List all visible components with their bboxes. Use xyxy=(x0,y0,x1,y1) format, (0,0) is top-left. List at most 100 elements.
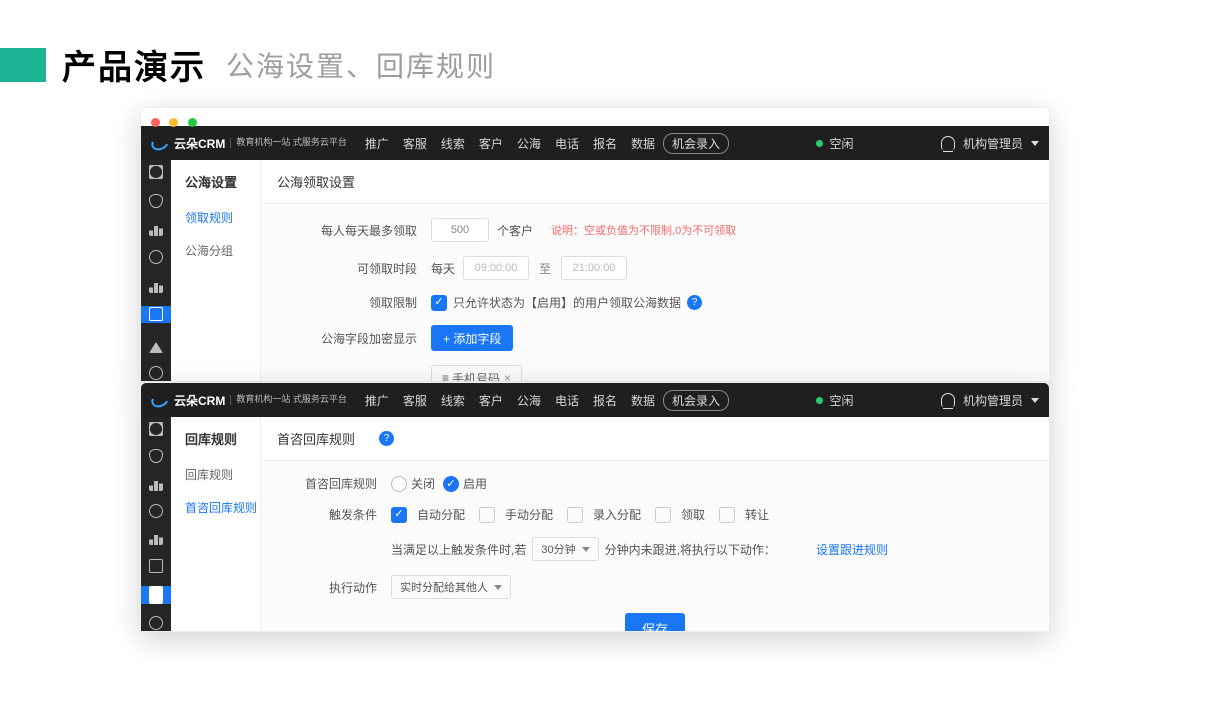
opportunity-button[interactable]: 机会录入 xyxy=(663,133,729,154)
sidebar-person-icon[interactable] xyxy=(141,365,171,381)
remove-icon[interactable]: × xyxy=(504,371,511,382)
sidebar-shield-icon[interactable] xyxy=(141,192,171,208)
opportunity-button[interactable]: 机会录入 xyxy=(663,390,729,411)
bell-icon[interactable] xyxy=(941,393,955,407)
nav-item[interactable]: 推广 xyxy=(365,135,389,152)
sidebar-grid-icon[interactable] xyxy=(141,421,171,436)
nav-item[interactable]: 电话 xyxy=(555,392,579,409)
chip-label: 手机号码 xyxy=(452,370,500,383)
nav-item[interactable]: 线索 xyxy=(441,392,465,409)
user-label[interactable]: 机构管理员 xyxy=(963,135,1023,152)
icon-sidebar xyxy=(141,160,171,381)
sidebar-grid-icon[interactable] xyxy=(141,164,171,180)
logo-text: 云朵CRM xyxy=(174,135,225,152)
app-topbar: 云朵CRM 教育机构一站 式服务云平台 推广客服线索客户公海电话报名数据 机会录… xyxy=(141,383,1049,417)
icon-sidebar xyxy=(141,417,171,631)
nav-item[interactable]: 客户 xyxy=(479,392,503,409)
chevron-down-icon[interactable] xyxy=(1031,141,1039,146)
help-icon[interactable]: ? xyxy=(687,295,702,310)
limit-text: 只允许状态为【启用】的用户领取公海数据 xyxy=(453,294,681,311)
trigger-checkbox[interactable] xyxy=(479,507,495,523)
chevron-down-icon xyxy=(494,585,502,590)
minimize-icon[interactable] xyxy=(169,118,178,127)
nav-item[interactable]: 报名 xyxy=(593,135,617,152)
bell-icon[interactable] xyxy=(941,136,955,150)
content-title: 公海领取设置 xyxy=(261,160,1049,204)
sidebar-shield-icon[interactable] xyxy=(141,448,171,463)
nav-item[interactable]: 推广 xyxy=(365,392,389,409)
subnav-item-return-rule[interactable]: 回库规则 xyxy=(171,458,260,491)
nav-item[interactable]: 公海 xyxy=(517,135,541,152)
sidebar-chart-icon[interactable] xyxy=(141,221,171,237)
subnav: 公海设置 领取规则 公海分组 xyxy=(171,160,261,381)
chevron-down-icon xyxy=(582,547,590,552)
nav-item[interactable]: 客服 xyxy=(403,135,427,152)
drag-icon[interactable]: ≡ xyxy=(442,371,448,382)
claim-limit-label: 领取限制 xyxy=(271,294,431,311)
nav-item[interactable]: 客户 xyxy=(479,135,503,152)
trigger-label: 触发条件 xyxy=(271,506,391,523)
chevron-down-icon[interactable] xyxy=(1031,398,1039,403)
field-chip-phone: ≡ 手机号码 × xyxy=(431,365,522,382)
main-nav: 推广客服线索客户公海电话报名数据 xyxy=(365,135,655,152)
nav-item[interactable]: 线索 xyxy=(441,135,465,152)
radio-off[interactable] xyxy=(391,476,407,492)
sidebar-chart-icon[interactable] xyxy=(141,476,171,491)
note-text: 空或负值为不限制,0为不可领取 xyxy=(584,225,736,237)
sidebar-tri-icon[interactable] xyxy=(141,586,171,604)
logo-text: 云朵CRM xyxy=(174,392,225,409)
sidebar-chart-icon[interactable] xyxy=(141,278,171,294)
sidebar-tri-icon[interactable] xyxy=(141,335,171,353)
nav-item[interactable]: 报名 xyxy=(593,392,617,409)
help-icon[interactable]: ? xyxy=(379,431,394,446)
sidebar-chart-icon[interactable] xyxy=(141,531,171,546)
time-from-input[interactable] xyxy=(463,256,529,280)
sidebar-house-icon[interactable] xyxy=(141,306,171,322)
duration-value: 30分钟 xyxy=(541,541,575,557)
status-dot-icon xyxy=(816,140,823,147)
radio-on[interactable] xyxy=(443,476,459,492)
set-follow-rule-link[interactable]: 设置跟进规则 xyxy=(816,541,888,558)
slide-subtitle: 公海设置、回库规则 xyxy=(226,45,496,85)
add-field-button[interactable]: + 添加字段 xyxy=(431,325,513,351)
trigger-checkbox[interactable] xyxy=(655,507,671,523)
sidebar-person-icon[interactable] xyxy=(141,503,171,518)
sentence-b: 分钟内未跟进,将执行以下动作： xyxy=(605,541,776,558)
sidebar-person-icon[interactable] xyxy=(141,616,171,631)
window-sea-settings: 云朵CRM 教育机构一站 式服务云平台 推广客服线索客户公海电话报名数据 机会录… xyxy=(140,107,1050,382)
time-everyday: 每天 xyxy=(431,260,455,277)
max-claim-label: 每人每天最多领取 xyxy=(271,222,431,239)
duration-select[interactable]: 30分钟 xyxy=(532,537,598,561)
logo-icon xyxy=(149,133,171,153)
trigger-label-text: 转让 xyxy=(745,506,769,523)
rule-label: 首咨回库规则 xyxy=(271,475,391,492)
status-indicator: 空闲 xyxy=(816,392,853,409)
status-text: 空闲 xyxy=(829,392,853,409)
sidebar-house-icon[interactable] xyxy=(141,558,171,573)
trigger-checkbox[interactable] xyxy=(719,507,735,523)
max-claim-input[interactable] xyxy=(431,218,489,242)
subnav-item-sea-group[interactable]: 公海分组 xyxy=(171,234,260,267)
nav-item[interactable]: 公海 xyxy=(517,392,541,409)
logo-icon xyxy=(149,390,171,410)
trigger-checkbox[interactable] xyxy=(567,507,583,523)
nav-item[interactable]: 数据 xyxy=(631,392,655,409)
status-dot-icon xyxy=(816,397,823,404)
save-button[interactable]: 保存 xyxy=(625,613,685,632)
nav-item[interactable]: 电话 xyxy=(555,135,579,152)
sidebar-person-icon[interactable] xyxy=(141,249,171,265)
nav-item[interactable]: 客服 xyxy=(403,392,427,409)
subnav-item-claim-rule[interactable]: 领取规则 xyxy=(171,201,260,234)
trigger-checkbox[interactable] xyxy=(391,507,407,523)
zoom-icon[interactable] xyxy=(188,118,197,127)
time-to-input[interactable] xyxy=(561,256,627,280)
trigger-label-text: 领取 xyxy=(681,506,705,523)
nav-item[interactable]: 数据 xyxy=(631,135,655,152)
action-select[interactable]: 实时分配给其他人 xyxy=(391,575,511,599)
user-label[interactable]: 机构管理员 xyxy=(963,392,1023,409)
subnav-item-first-inquiry[interactable]: 首咨回库规则 xyxy=(171,491,260,524)
close-icon[interactable] xyxy=(151,118,160,127)
encrypt-label: 公海字段加密显示 xyxy=(271,330,431,347)
limit-checkbox[interactable] xyxy=(431,295,447,311)
content-title: 首咨回库规则 xyxy=(277,429,355,448)
